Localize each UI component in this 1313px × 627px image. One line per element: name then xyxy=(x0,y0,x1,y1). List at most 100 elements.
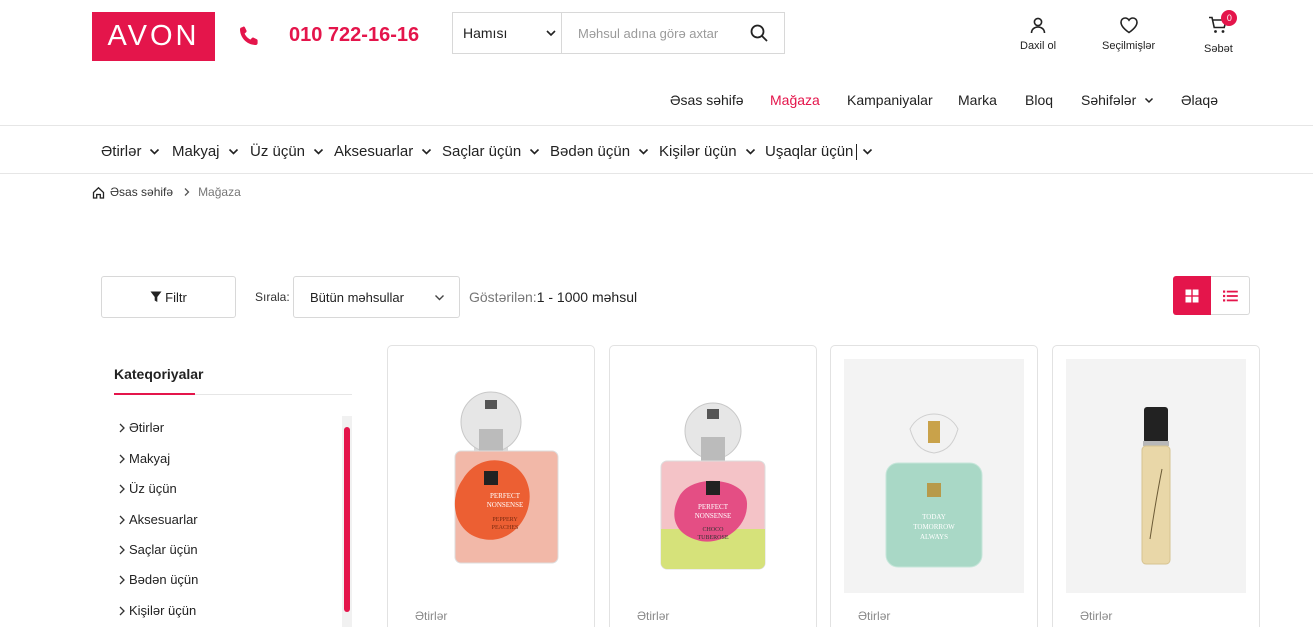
chevron-down-icon xyxy=(745,148,755,155)
nav-home[interactable]: Əsas səhifə xyxy=(670,92,744,108)
product-category: Ətirlər xyxy=(637,609,670,623)
search-category-value: Hamısı xyxy=(463,25,508,41)
grid-icon xyxy=(1185,289,1199,302)
results-count-label: Göstərilən: xyxy=(469,289,537,305)
phone-icon xyxy=(240,26,258,45)
sidebar-item-face[interactable]: Üz üçün xyxy=(118,481,177,496)
results-count-range: 1 - 1000 məhsul xyxy=(536,289,638,305)
sidebar-item-perfumes[interactable]: Ətirlər xyxy=(118,420,164,435)
product-card[interactable]: PERFECT NONSENSE CHOCO TUBEROSE Ətirlər xyxy=(609,345,817,627)
nav-brand[interactable]: Marka xyxy=(958,92,997,108)
chevron-down-icon xyxy=(863,148,873,155)
perfume-bottle-image: PERFECT NONSENSE CHOCO TUBEROSE xyxy=(660,402,766,570)
category-label: Ətirlər xyxy=(101,143,142,160)
nav-campaigns[interactable]: Kampaniyalar xyxy=(847,92,933,108)
chevron-right-icon xyxy=(119,454,125,463)
perfume-bottle-image: TODAY TOMORROW ALWAYS xyxy=(885,413,983,568)
search-button[interactable] xyxy=(734,13,784,53)
chevron-down-icon xyxy=(435,294,444,300)
filter-icon xyxy=(150,291,162,302)
bottle-label-line: PERFECT xyxy=(698,503,729,511)
results-count: Göstərilən:1 - 1000 məhsul xyxy=(469,289,637,305)
sidebar-item-makeup[interactable]: Makyaj xyxy=(118,451,170,466)
search-bar: Hamısı Məhsul adına görə axtar xyxy=(452,12,785,54)
chevron-right-icon xyxy=(119,606,125,615)
nav-shop[interactable]: Mağaza xyxy=(770,92,820,108)
breadcrumb-home[interactable]: Əsas səhifə xyxy=(110,185,173,199)
nav-contact[interactable]: Əlaqə xyxy=(1181,92,1218,108)
product-card[interactable]: PERFECT NONSENSE PEPPERY PEACHES Ətirlər xyxy=(387,345,595,627)
chevron-down-icon xyxy=(150,148,160,155)
category-label: Saçlar üçün xyxy=(442,143,522,160)
cart-button[interactable]: 0 Səbət xyxy=(1204,10,1238,55)
category-perfumes[interactable]: Ətirlər xyxy=(101,143,160,160)
sidebar-item-label: Aksesuarlar xyxy=(129,512,198,527)
chevron-down-icon xyxy=(313,148,324,155)
heart-icon xyxy=(1119,17,1138,34)
search-category-select[interactable]: Hamısı xyxy=(453,13,562,53)
product-category: Ətirlər xyxy=(858,609,891,623)
chevron-down-icon xyxy=(228,148,238,155)
wishlist-label: Seçilmişlər xyxy=(1102,40,1156,52)
nav-blog[interactable]: Bloq xyxy=(1025,92,1053,108)
sidebar-item-label: Kişilər üçün xyxy=(129,603,197,618)
sidebar-item-body[interactable]: Bədən üçün xyxy=(118,572,198,587)
product-image[interactable]: PERFECT NONSENSE CHOCO TUBEROSE xyxy=(623,359,803,593)
sidebar-item-label: Bədən üçün xyxy=(129,572,199,587)
breadcrumb-current: Mağaza xyxy=(198,185,241,199)
bottle-label-line: CHOCO xyxy=(702,527,724,533)
phone-number[interactable]: 010 722-16-16 xyxy=(289,24,419,47)
category-kids[interactable]: Uşaqlar üçün xyxy=(765,143,873,160)
perfume-bottle-image: PERFECT NONSENSE PEPPERY PEACHES xyxy=(454,391,559,564)
product-card[interactable]: Ətirlər xyxy=(1052,345,1260,627)
login-label: Daxil ol xyxy=(1020,40,1057,52)
category-label: Aksesuarlar xyxy=(334,143,414,160)
breadcrumb: Əsas səhifə Mağaza xyxy=(92,185,241,199)
bottle-label-line: PEACHES xyxy=(492,525,519,531)
wishlist-button[interactable]: Seçilmişlər xyxy=(1102,16,1155,52)
search-input[interactable]: Məhsul adına görə axtar xyxy=(562,13,734,53)
filter-button[interactable]: Filtr xyxy=(101,276,236,318)
chevron-down-icon xyxy=(546,30,556,37)
sidebar-item-men[interactable]: Kişilər üçün xyxy=(118,603,196,618)
sidebar-scrollbar-thumb[interactable] xyxy=(344,427,350,612)
product-image[interactable] xyxy=(1066,359,1246,593)
cart-label: Səbət xyxy=(1204,43,1233,55)
sidebar-item-hair[interactable]: Saçlar üçün xyxy=(118,542,198,557)
grid-view-button[interactable] xyxy=(1173,276,1211,315)
sort-value: Bütün məhsullar xyxy=(310,289,404,305)
nav-pages-label: Səhifələr xyxy=(1081,92,1137,108)
text-cursor xyxy=(856,143,858,160)
bottle-label-line: TODAY xyxy=(922,513,946,521)
product-image[interactable]: TODAY TOMORROW ALWAYS xyxy=(844,359,1024,593)
category-hair[interactable]: Saçlar üçün xyxy=(442,143,540,160)
product-image[interactable]: PERFECT NONSENSE PEPPERY PEACHES xyxy=(401,359,581,593)
category-face[interactable]: Üz üçün xyxy=(250,143,324,160)
category-body[interactable]: Bədən üçün xyxy=(550,143,649,160)
bottle-label-line: TUBEROSE xyxy=(697,535,728,541)
category-label: Üz üçün xyxy=(250,143,306,160)
sort-label: Sırala: xyxy=(255,290,290,304)
category-men[interactable]: Kişilər üçün xyxy=(659,143,756,160)
product-card[interactable]: TODAY TOMORROW ALWAYS Ətirlər xyxy=(830,345,1038,627)
category-accessories[interactable]: Aksesuarlar xyxy=(334,143,432,160)
category-label: Bədən üçün xyxy=(550,143,631,160)
sidebar-item-label: Makyaj xyxy=(129,451,171,466)
user-icon xyxy=(1030,17,1046,34)
list-view-button[interactable] xyxy=(1211,276,1250,315)
bottle-label-line: ALWAYS xyxy=(920,533,948,541)
login-button[interactable]: Daxil ol xyxy=(1020,16,1056,52)
sidebar-item-accessories[interactable]: Aksesuarlar xyxy=(118,512,198,527)
sidebar-title-underline xyxy=(114,393,195,395)
chevron-down-icon xyxy=(639,148,649,155)
filter-label: Filtr xyxy=(165,289,187,305)
sort-select[interactable]: Bütün məhsullar xyxy=(293,276,460,318)
avon-logo[interactable]: AVON xyxy=(92,12,215,61)
category-makeup[interactable]: Makyaj xyxy=(172,143,239,160)
chevron-right-icon xyxy=(184,188,190,196)
chevron-right-icon xyxy=(119,515,125,524)
category-label: Uşaqlar üçün xyxy=(765,143,854,160)
nav-pages[interactable]: Səhifələr xyxy=(1081,92,1154,108)
product-category: Ətirlər xyxy=(415,609,448,623)
home-icon xyxy=(92,186,105,199)
